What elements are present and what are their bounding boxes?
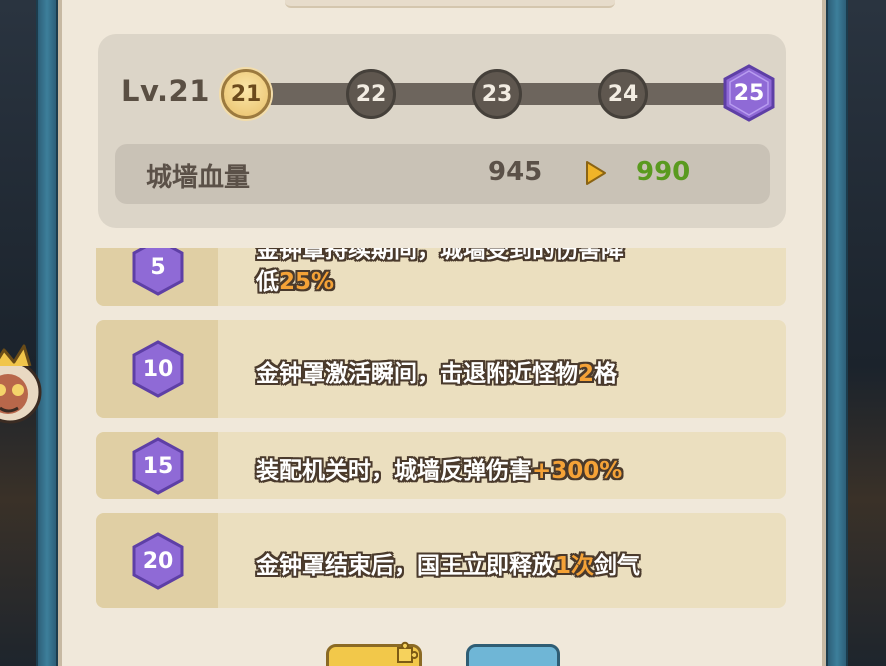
puzzle-icon xyxy=(392,640,419,666)
level-node-label: 24 xyxy=(607,81,639,107)
level-node[interactable]: 22 xyxy=(346,69,396,119)
perk-description: 金钟罩激活瞬间，击退附近怪物2格 xyxy=(256,361,618,387)
panel-frame-right xyxy=(826,0,848,666)
level-node-milestone[interactable]: 25 xyxy=(722,64,776,122)
level-node[interactable]: 24 xyxy=(598,69,648,119)
perk-description-line2: 低25% xyxy=(256,269,335,295)
level-node[interactable]: 23 xyxy=(472,69,522,119)
level-node-label: 21 xyxy=(230,81,262,107)
perk-list[interactable]: 5 金钟罩持续期间，城墙受到的伤害降 低25% 10 金钟罩激活瞬间，击退附近怪… xyxy=(96,248,786,618)
secondary-button[interactable] xyxy=(466,644,560,666)
perk-item: 5 金钟罩持续期间，城墙受到的伤害降 低25% xyxy=(96,248,786,306)
stat-new-value: 990 xyxy=(636,157,691,187)
perk-description: 装配机关时，城墙反弹伤害+300% xyxy=(256,458,623,484)
current-level-label: Lv.21 xyxy=(121,74,210,108)
perk-item: 10 金钟罩激活瞬间，击退附近怪物2格 xyxy=(96,320,786,418)
stat-old-value: 945 xyxy=(488,157,543,187)
perk-level-badge: 10 xyxy=(131,340,185,398)
level-node-label: 25 xyxy=(733,80,765,106)
play-arrow-icon xyxy=(584,160,608,190)
level-node-label: 22 xyxy=(355,81,387,107)
panel-frame-left xyxy=(36,0,58,666)
perk-item: 15 装配机关时，城墙反弹伤害+300% xyxy=(96,432,786,499)
perk-item: 20 金钟罩结束后，国王立即释放1次剑气 xyxy=(96,513,786,608)
perk-description: 金钟罩结束后，国王立即释放1次剑气 xyxy=(256,553,641,579)
perk-level-badge: 20 xyxy=(131,532,185,590)
level-node-label: 23 xyxy=(481,81,513,107)
character-avatar[interactable] xyxy=(0,340,50,438)
stat-label: 城墙血量 xyxy=(146,163,251,193)
perk-level-badge: 5 xyxy=(131,248,185,296)
level-node-current[interactable]: 21 xyxy=(221,69,271,119)
panel-top-strip xyxy=(285,0,615,8)
perk-level-badge: 15 xyxy=(131,437,185,495)
